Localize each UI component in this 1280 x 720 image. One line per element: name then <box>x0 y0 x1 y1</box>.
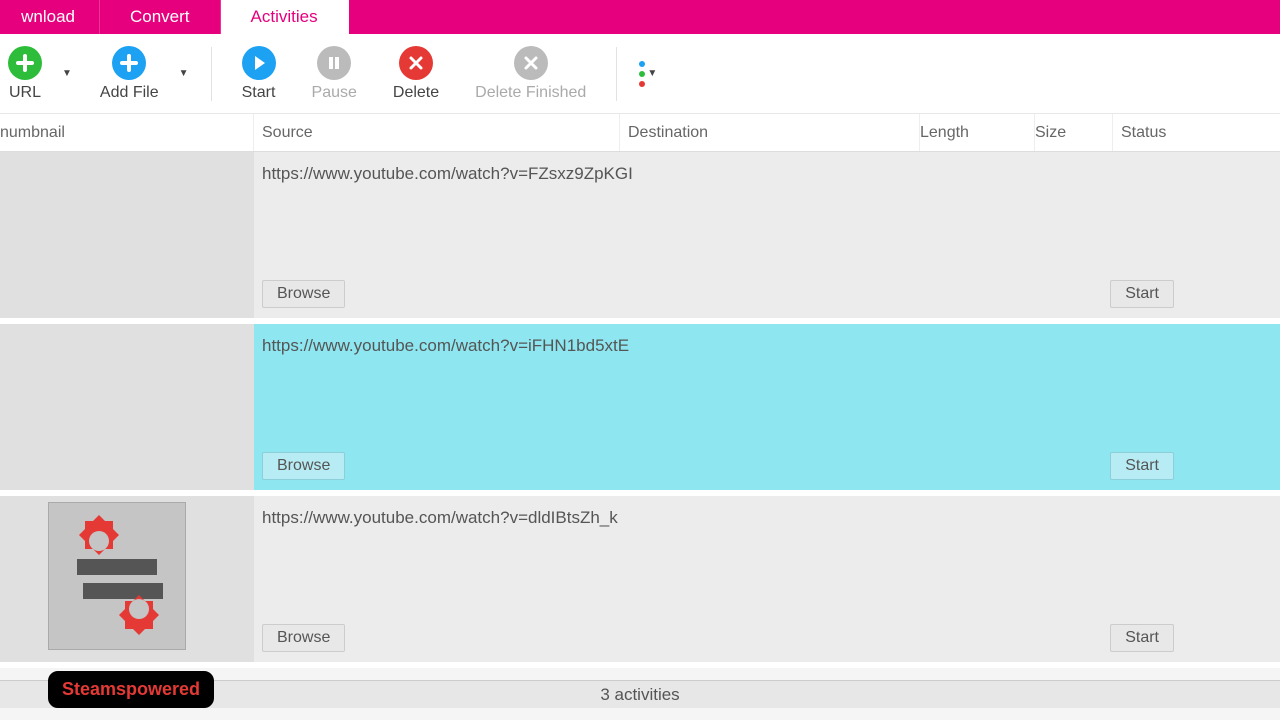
thumbnail <box>0 496 254 662</box>
activity-list: https://www.youtube.com/watch?v=FZsxz9Zp… <box>0 152 1280 668</box>
addfile-dropdown-icon[interactable]: ▼ <box>179 68 189 79</box>
col-size[interactable]: Size <box>1035 114 1113 151</box>
delete-finished-icon <box>514 46 548 80</box>
thumbnail <box>0 324 254 490</box>
row-start-button[interactable]: Start <box>1110 624 1174 652</box>
source-url: https://www.youtube.com/watch?v=FZsxz9Zp… <box>262 162 1272 184</box>
row-start-button[interactable]: Start <box>1110 452 1174 480</box>
more-dropdown-icon: ▼ <box>647 68 657 79</box>
col-thumbnail[interactable]: numbnail <box>0 114 254 151</box>
tab-activities[interactable]: Activities <box>221 0 349 34</box>
row-content: https://www.youtube.com/watch?v=dldIBtsZ… <box>254 496 1280 662</box>
activity-row[interactable]: https://www.youtube.com/watch?v=iFHN1bd5… <box>0 324 1280 496</box>
delete-finished-label: Delete Finished <box>475 84 586 102</box>
col-length[interactable]: Length <box>920 114 1035 151</box>
tabs-bar: wnload Convert Activities <box>0 0 1280 34</box>
browse-button[interactable]: Browse <box>262 624 345 652</box>
pause-label: Pause <box>312 84 357 102</box>
source-url: https://www.youtube.com/watch?v=dldIBtsZ… <box>262 506 1272 528</box>
column-headers: numbnail Source Destination Length Size … <box>0 114 1280 152</box>
col-source[interactable]: Source <box>254 114 620 151</box>
divider <box>211 47 212 101</box>
thumbnail-image <box>48 502 186 650</box>
plus-url-icon <box>8 46 42 80</box>
row-start-button[interactable]: Start <box>1110 280 1174 308</box>
delete-icon <box>399 46 433 80</box>
bar-icon <box>77 559 157 575</box>
toolbar: URL ▼ Add File ▼ Start Pause Delete Dele… <box>0 34 1280 114</box>
plus-file-icon <box>112 46 146 80</box>
row-content: https://www.youtube.com/watch?v=iFHN1bd5… <box>254 324 1280 490</box>
delete-finished-button[interactable]: Delete Finished <box>457 40 604 108</box>
pause-button[interactable]: Pause <box>294 40 375 108</box>
play-icon <box>242 46 276 80</box>
tab-download[interactable]: wnload <box>0 0 100 34</box>
start-button[interactable]: Start <box>224 40 294 108</box>
url-dropdown-icon[interactable]: ▼ <box>62 68 72 79</box>
thumbnail <box>0 152 254 318</box>
url-label: URL <box>9 84 41 102</box>
browse-button[interactable]: Browse <box>262 280 345 308</box>
url-button[interactable]: URL <box>0 40 60 108</box>
add-file-label: Add File <box>100 84 159 102</box>
row-content: https://www.youtube.com/watch?v=FZsxz9Zp… <box>254 152 1280 318</box>
watermark-badge: Steamspowered <box>48 671 214 708</box>
browse-button[interactable]: Browse <box>262 452 345 480</box>
gear-icon <box>107 577 171 641</box>
divider <box>616 47 617 101</box>
add-file-button[interactable]: Add File <box>82 40 177 108</box>
delete-label: Delete <box>393 84 439 102</box>
start-label: Start <box>242 84 276 102</box>
delete-button[interactable]: Delete <box>375 40 457 108</box>
tab-convert[interactable]: Convert <box>100 0 221 34</box>
activity-row[interactable]: https://www.youtube.com/watch?v=FZsxz9Zp… <box>0 152 1280 324</box>
more-button[interactable]: ▼ <box>629 61 667 87</box>
activity-row[interactable]: https://www.youtube.com/watch?v=dldIBtsZ… <box>0 496 1280 668</box>
col-destination[interactable]: Destination <box>620 114 920 151</box>
col-status[interactable]: Status <box>1113 114 1280 151</box>
pause-icon <box>317 46 351 80</box>
source-url: https://www.youtube.com/watch?v=iFHN1bd5… <box>262 334 1272 356</box>
more-dots-icon <box>639 61 645 87</box>
